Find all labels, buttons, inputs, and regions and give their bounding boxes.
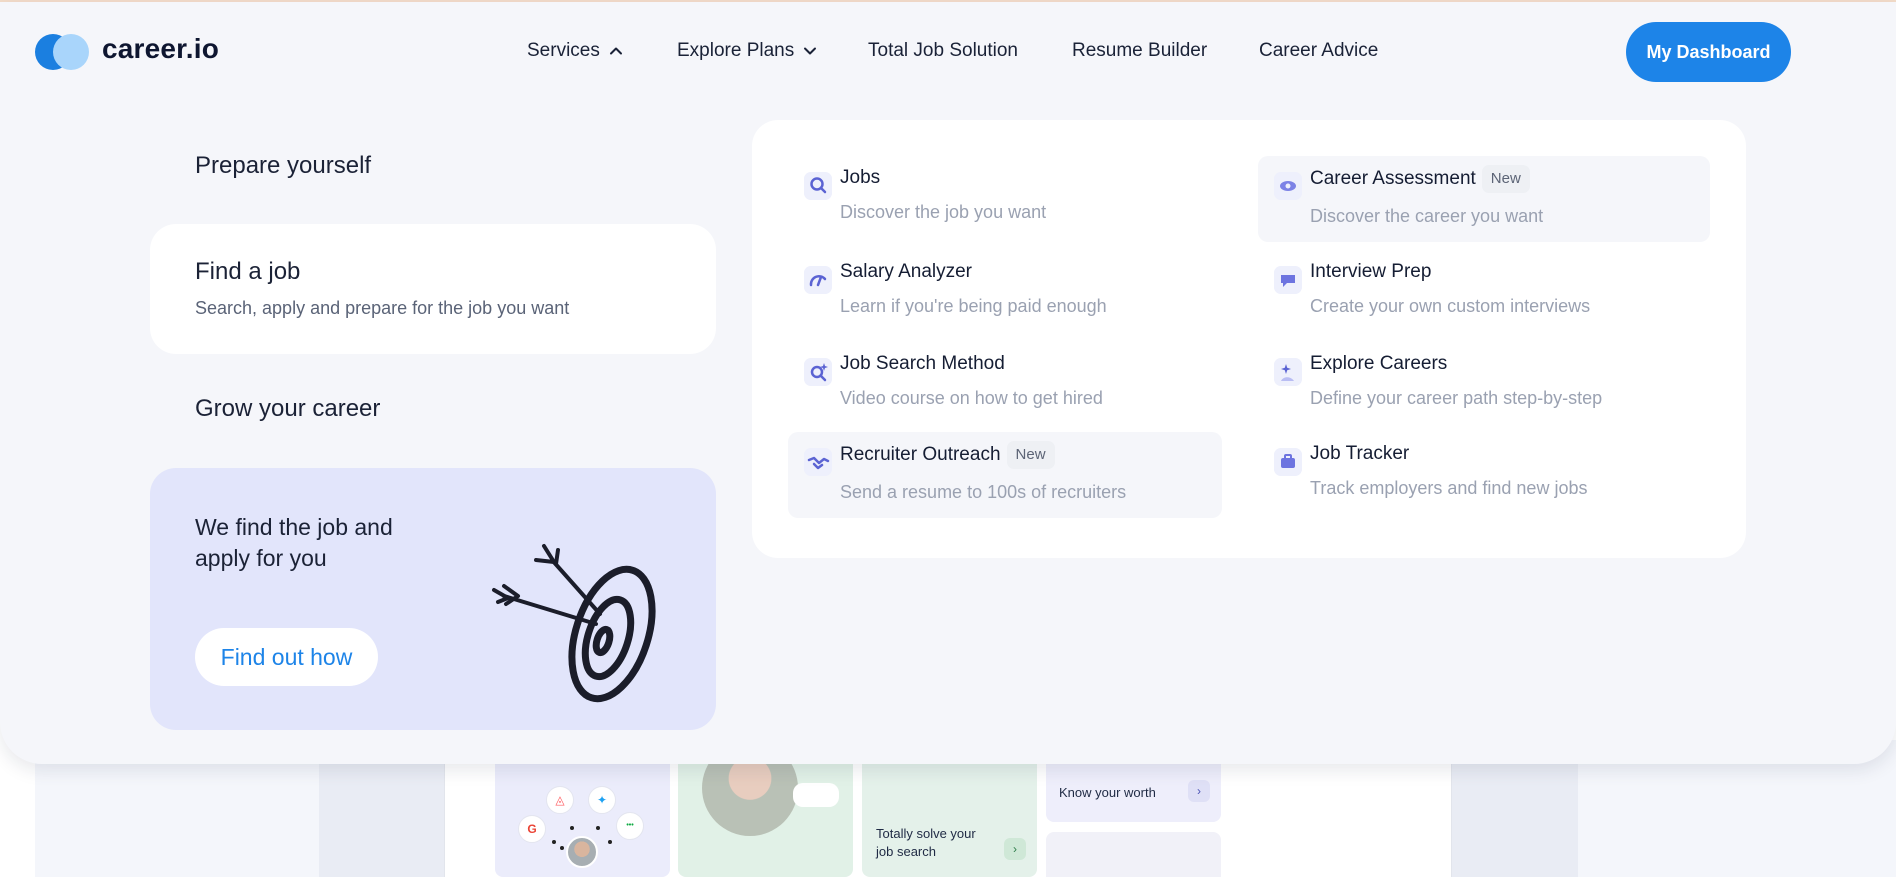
service-title: Interview Prep <box>1310 261 1432 282</box>
nav-label: Explore Plans <box>677 40 795 61</box>
service-title-row: Career Assessment New <box>1310 165 1530 193</box>
service-title: Job Search Method <box>840 353 1005 374</box>
service-description: Learn if you're being paid enough <box>840 296 1107 316</box>
chat-bubble <box>793 783 839 807</box>
grow-your-career-heading[interactable]: Grow your career <box>195 395 380 423</box>
connector-dot <box>570 826 574 830</box>
service-description: Track employers and find new jobs <box>1310 478 1588 498</box>
connector-dot <box>596 826 600 830</box>
nav-label: Resume Builder <box>1072 40 1208 61</box>
service-title: Job Tracker <box>1310 443 1410 464</box>
service-description: Video course on how to get hired <box>840 388 1103 408</box>
twitter-logo-icon: ✦ <box>588 786 616 814</box>
service-jobs[interactable]: Jobs Discover the job you want <box>788 156 1222 242</box>
avatar <box>566 836 598 868</box>
eye-icon <box>1274 172 1302 200</box>
service-job-search-method[interactable]: Job Search Method Video course on how to… <box>788 342 1222 428</box>
glassdoor-logo-icon: ••• <box>616 812 644 840</box>
service-title-row: Recruiter Outreach New <box>840 441 1055 469</box>
search-icon <box>804 172 832 200</box>
find-a-job-title: Find a job <box>195 258 301 285</box>
service-description: Define your career path step-by-step <box>1310 388 1603 408</box>
find-out-how-button[interactable]: Find out how <box>195 628 378 686</box>
connector-dot <box>608 840 612 844</box>
services-menu-panel: career.io Services Explore Plans Total J… <box>0 2 1896 764</box>
nav-explore-plans[interactable]: Explore Plans <box>677 40 818 62</box>
service-title: Recruiter Outreach <box>840 444 1001 466</box>
service-description: Send a resume to 100s of recruiters <box>840 482 1127 502</box>
new-badge: New <box>1006 441 1055 469</box>
my-dashboard-button[interactable]: My Dashboard <box>1626 22 1791 82</box>
new-badge: New <box>1481 165 1530 193</box>
briefcase-icon <box>1274 448 1302 476</box>
nav-services[interactable]: Services <box>527 40 624 62</box>
service-description: Create your own custom interviews <box>1310 296 1591 316</box>
nav-label: Career Advice <box>1259 40 1379 61</box>
service-interview-prep[interactable]: Interview Prep Create your own custom in… <box>1258 250 1692 336</box>
service-description: Discover the job you want <box>840 202 1047 222</box>
job-search-card-text: Totally solve your job search <box>876 826 976 859</box>
promo-title: We find the job and apply for you <box>195 514 393 571</box>
nav-total-job-solution[interactable]: Total Job Solution <box>868 40 1018 62</box>
service-recruiter-outreach[interactable]: Recruiter Outreach New Send a resume to 1… <box>788 432 1222 518</box>
service-job-tracker[interactable]: Job Tracker Track employers and find new… <box>1258 432 1692 518</box>
extra-card[interactable] <box>1046 832 1221 877</box>
airbnb-logo-icon: ◬ <box>546 786 574 814</box>
service-title: Salary Analyzer <box>840 261 973 282</box>
service-title: Career Assessment <box>1310 168 1476 190</box>
connector-dot <box>552 840 556 844</box>
google-logo-icon: G <box>518 815 546 843</box>
chevron-right-icon[interactable]: › <box>1004 838 1026 860</box>
target-arrows-illustration <box>492 544 656 703</box>
services-card: Jobs Discover the job you want Career As… <box>752 120 1746 558</box>
person-sparkle-icon <box>1274 358 1302 386</box>
chat-icon <box>1274 266 1302 294</box>
gauge-icon <box>804 266 832 294</box>
service-description: Discover the career you want <box>1310 206 1544 226</box>
nav-label: Total Job Solution <box>868 40 1018 61</box>
connector-dot <box>560 846 564 850</box>
service-explore-careers[interactable]: Explore Careers Define your career path … <box>1258 342 1692 428</box>
handshake-icon <box>804 448 832 476</box>
nav-career-advice[interactable]: Career Advice <box>1259 40 1378 62</box>
chevron-up-icon <box>609 47 622 55</box>
service-career-assessment[interactable]: Career Assessment New Discover the career… <box>1258 156 1710 242</box>
service-salary-analyzer[interactable]: Salary Analyzer Learn if you're being pa… <box>788 250 1222 336</box>
chevron-down-icon <box>804 47 817 55</box>
nav-resume-builder[interactable]: Resume Builder <box>1072 40 1207 62</box>
service-title: Explore Careers <box>1310 353 1448 374</box>
promo-card: We find the job and apply for you Find o… <box>150 468 716 730</box>
find-a-job-subtitle: Search, apply and prepare for the job yo… <box>195 298 570 318</box>
nav-label: Services <box>527 40 600 61</box>
search-sparkle-icon <box>804 358 832 386</box>
brand-name[interactable]: career.io <box>102 33 219 65</box>
salary-card-text: Know your worth <box>1059 785 1156 800</box>
find-a-job-card[interactable]: Find a job Search, apply and prepare for… <box>150 224 716 354</box>
service-title: Jobs <box>840 167 881 188</box>
logo-icon[interactable] <box>35 32 95 70</box>
chevron-right-icon[interactable]: › <box>1188 780 1210 802</box>
prepare-yourself-heading[interactable]: Prepare yourself <box>195 152 371 180</box>
